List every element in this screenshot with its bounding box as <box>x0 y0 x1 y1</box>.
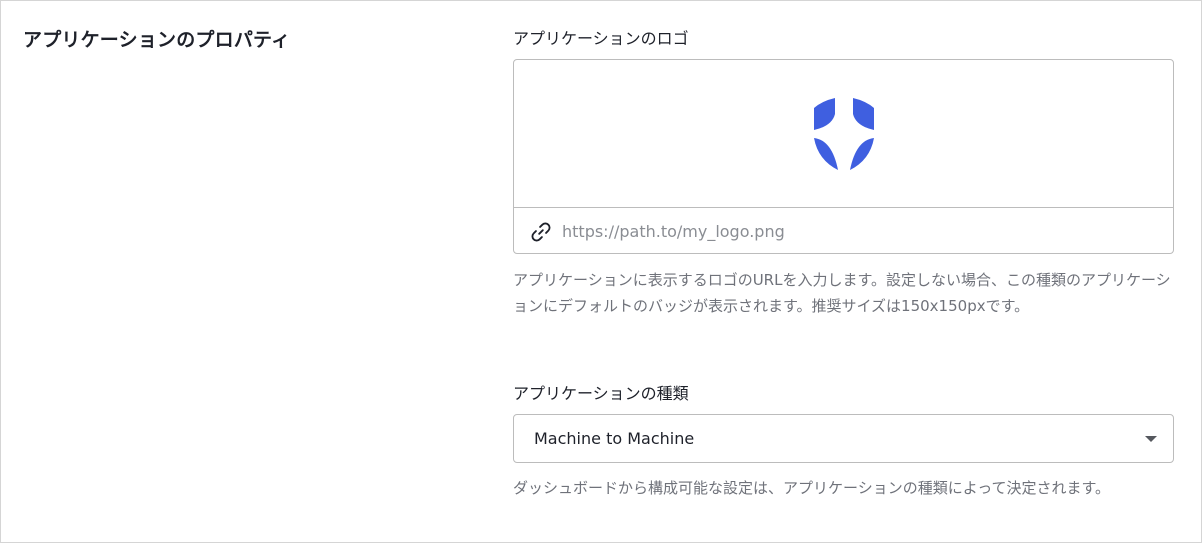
logo-field-label: アプリケーションのロゴ <box>513 29 689 48</box>
application-type-select[interactable]: Machine to Machine <box>513 414 1174 463</box>
type-help-text: ダッシュボードから構成可能な設定は、アプリケーションの種類によって決定されます。 <box>513 479 1111 497</box>
application-properties-panel: アプリケーションのプロパティ アプリケーションのロゴ アプリケーシ <box>0 0 1202 543</box>
logo-url-input[interactable] <box>562 216 1152 246</box>
logo-preview <box>514 60 1173 208</box>
logo-help-text: アプリケーションに表示するロゴのURLを入力します。設定しない場合、この種類のア… <box>513 271 1171 315</box>
application-type-selected-value: Machine to Machine <box>534 429 695 448</box>
link-icon <box>531 222 551 242</box>
type-field-label: アプリケーションの種類 <box>513 384 689 403</box>
logo-field-box <box>513 59 1174 254</box>
logo-url-row <box>514 208 1173 254</box>
chevron-down-icon <box>1145 436 1157 442</box>
shield-logo-icon <box>814 98 874 170</box>
section-title: アプリケーションのプロパティ <box>23 29 291 51</box>
